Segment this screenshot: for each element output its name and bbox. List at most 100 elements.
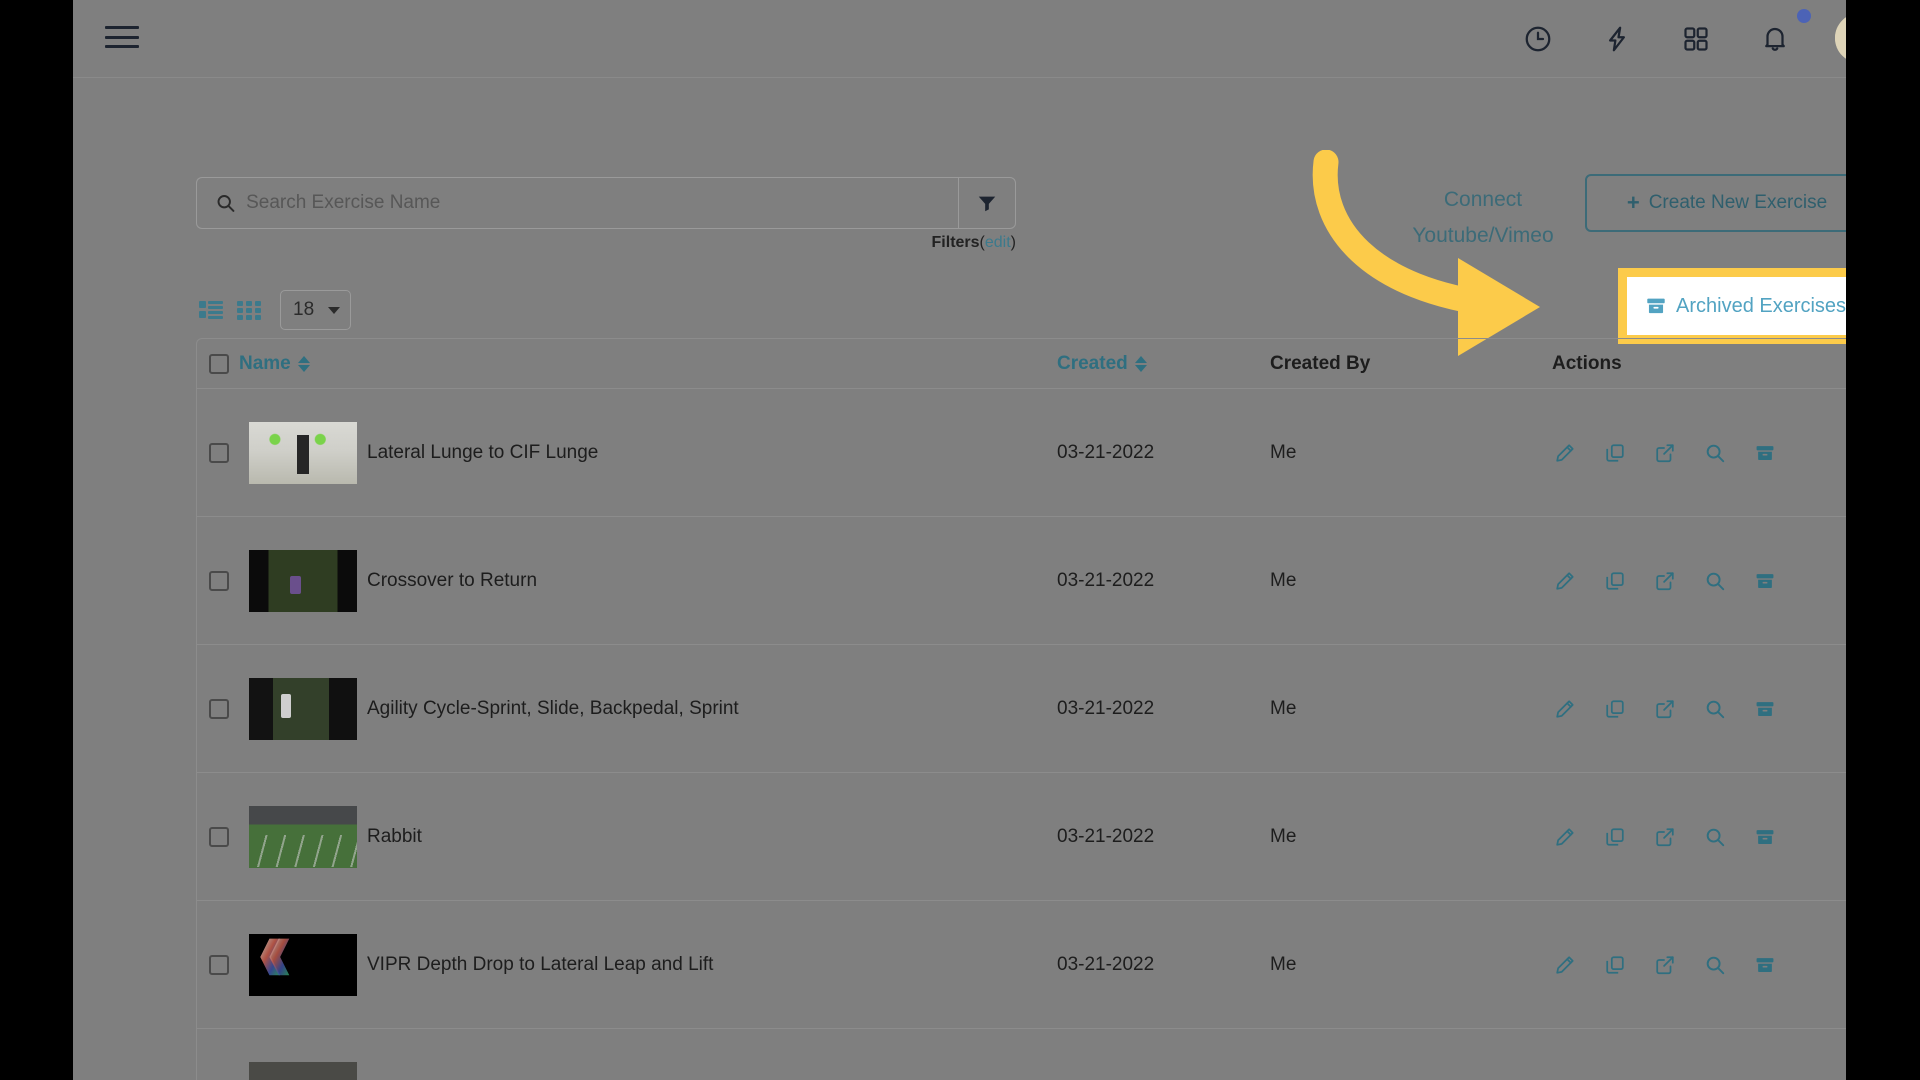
duplicate-icon[interactable]: [1602, 568, 1628, 594]
exercise-thumbnail[interactable]: [249, 1061, 357, 1080]
preview-search-icon[interactable]: [1702, 824, 1728, 850]
select-all-checkbox[interactable]: [209, 353, 229, 374]
created-date: 03-21-2022: [1057, 441, 1155, 463]
external-link-icon[interactable]: [1652, 440, 1678, 466]
exercise-name: Agility Cycle-Sprint, Slide, Backpedal, …: [367, 697, 739, 719]
clock-icon[interactable]: [1516, 17, 1560, 61]
preview-search-icon[interactable]: [1702, 952, 1728, 978]
exercise-thumbnail[interactable]: [249, 933, 357, 996]
plus-icon: +: [1626, 190, 1640, 215]
exercise-thumbnail[interactable]: [249, 421, 357, 484]
column-header-name-cell: Name: [239, 353, 1057, 375]
row-actions-cell: [1538, 440, 1846, 466]
edit-pencil-icon[interactable]: [1552, 568, 1578, 594]
table-row[interactable]: VIPR Depth Drop to Lateral Leap and Lift…: [197, 901, 1846, 1029]
row-name-cell: Crossover to Return: [239, 549, 1057, 612]
row-checkbox[interactable]: [209, 570, 229, 591]
column-header-created[interactable]: Created: [1057, 353, 1147, 375]
preview-search-icon[interactable]: [1702, 696, 1728, 722]
external-link-icon[interactable]: [1652, 696, 1678, 722]
notification-dot: [1797, 9, 1811, 23]
archived-exercises-label: Archived Exercises: [1676, 294, 1846, 317]
created-by: Me: [1270, 825, 1297, 847]
edit-pencil-icon[interactable]: [1552, 440, 1578, 466]
table-row[interactable]: [197, 1029, 1846, 1080]
exercises-table: Name Created Created By Actions Lateral …: [196, 338, 1846, 1080]
edit-pencil-icon[interactable]: [1552, 696, 1578, 722]
row-created-by-cell: Me: [1270, 570, 1538, 592]
duplicate-icon[interactable]: [1602, 824, 1628, 850]
row-created-by-cell: Me: [1270, 442, 1538, 464]
duplicate-icon[interactable]: [1602, 696, 1628, 722]
external-link-icon[interactable]: [1652, 952, 1678, 978]
per-page-select[interactable]: 18: [280, 290, 352, 330]
archive-box-icon[interactable]: [1752, 568, 1778, 594]
hamburger-menu-icon[interactable]: [105, 22, 139, 52]
table-row[interactable]: Agility Cycle-Sprint, Slide, Backpedal, …: [197, 645, 1846, 773]
table-row[interactable]: Rabbit 03-21-2022 Me: [197, 773, 1846, 901]
external-link-icon[interactable]: [1652, 568, 1678, 594]
column-header-created-by-cell: Created By: [1270, 353, 1538, 375]
row-name-cell: VIPR Depth Drop to Lateral Leap and Lift: [239, 933, 1057, 996]
created-date: 03-21-2022: [1057, 697, 1155, 719]
app-page: Filters(edit) Connect Youtube/Vimeo + Cr…: [73, 0, 1846, 1080]
bell-icon[interactable]: [1753, 17, 1797, 61]
archive-box-icon[interactable]: [1752, 696, 1778, 722]
column-header-name[interactable]: Name: [239, 353, 310, 375]
external-link-icon[interactable]: [1652, 824, 1678, 850]
row-created-by-cell: Me: [1270, 954, 1538, 976]
row-checkbox[interactable]: [209, 442, 229, 463]
column-header-created-label: Created: [1057, 352, 1128, 374]
preview-search-icon[interactable]: [1702, 568, 1728, 594]
sort-arrows-icon: [297, 355, 310, 372]
select-all-cell: [197, 353, 239, 374]
search-input[interactable]: [246, 192, 958, 214]
filter-button[interactable]: [958, 177, 1016, 229]
column-header-name-label: Name: [239, 352, 291, 374]
top-navigation-bar: [73, 0, 1846, 78]
column-header-created-by: Created By: [1270, 352, 1371, 374]
connect-youtube-vimeo-link[interactable]: Connect Youtube/Vimeo: [1383, 182, 1583, 254]
archive-box-icon[interactable]: [1752, 952, 1778, 978]
preview-search-icon[interactable]: [1702, 440, 1728, 466]
duplicate-icon[interactable]: [1602, 952, 1628, 978]
grid-view-icon[interactable]: [234, 297, 264, 323]
row-actions-cell: [1538, 568, 1846, 594]
column-header-created-cell: Created: [1057, 353, 1270, 375]
edit-pencil-icon[interactable]: [1552, 824, 1578, 850]
table-body: Lateral Lunge to CIF Lunge 03-21-2022 Me: [197, 389, 1846, 1080]
search-input-wrapper[interactable]: [196, 177, 958, 229]
table-row[interactable]: Crossover to Return 03-21-2022 Me: [197, 517, 1846, 645]
row-created-cell: 03-21-2022: [1057, 570, 1270, 592]
archive-box-icon[interactable]: [1752, 440, 1778, 466]
row-checkbox[interactable]: [209, 698, 229, 719]
row-select-cell: [197, 826, 239, 847]
filters-close-paren: ): [1010, 234, 1016, 251]
search-icon: [217, 195, 235, 212]
created-by: Me: [1270, 697, 1297, 719]
per-page-value: 18: [293, 299, 315, 320]
row-actions-cell: [1538, 824, 1846, 850]
connect-line-2: Youtube/Vimeo: [1412, 224, 1554, 247]
exercise-thumbnail[interactable]: [249, 805, 357, 868]
edit-pencil-icon[interactable]: [1552, 952, 1578, 978]
row-checkbox[interactable]: [209, 826, 229, 847]
avatar[interactable]: [1835, 13, 1846, 63]
archive-box-icon[interactable]: [1752, 824, 1778, 850]
archived-exercises-button[interactable]: Archived Exercises: [1627, 277, 1846, 335]
exercise-thumbnail[interactable]: [249, 677, 357, 740]
table-row[interactable]: Lateral Lunge to CIF Lunge 03-21-2022 Me: [197, 389, 1846, 517]
sort-arrows-icon: [1134, 355, 1147, 372]
exercise-name: VIPR Depth Drop to Lateral Leap and Lift: [367, 953, 714, 975]
filters-edit-link[interactable]: edit: [985, 234, 1011, 251]
duplicate-icon[interactable]: [1602, 440, 1628, 466]
bolt-icon[interactable]: [1595, 17, 1639, 61]
list-view-icon[interactable]: [196, 297, 226, 323]
exercise-thumbnail[interactable]: [249, 549, 357, 612]
created-by: Me: [1270, 441, 1297, 463]
row-checkbox[interactable]: [209, 954, 229, 975]
grid-icon[interactable]: [1674, 17, 1718, 61]
create-new-exercise-button[interactable]: + Create New Exercise: [1585, 174, 1846, 232]
row-created-cell: 03-21-2022: [1057, 826, 1270, 848]
view-controls: 18: [196, 290, 352, 330]
